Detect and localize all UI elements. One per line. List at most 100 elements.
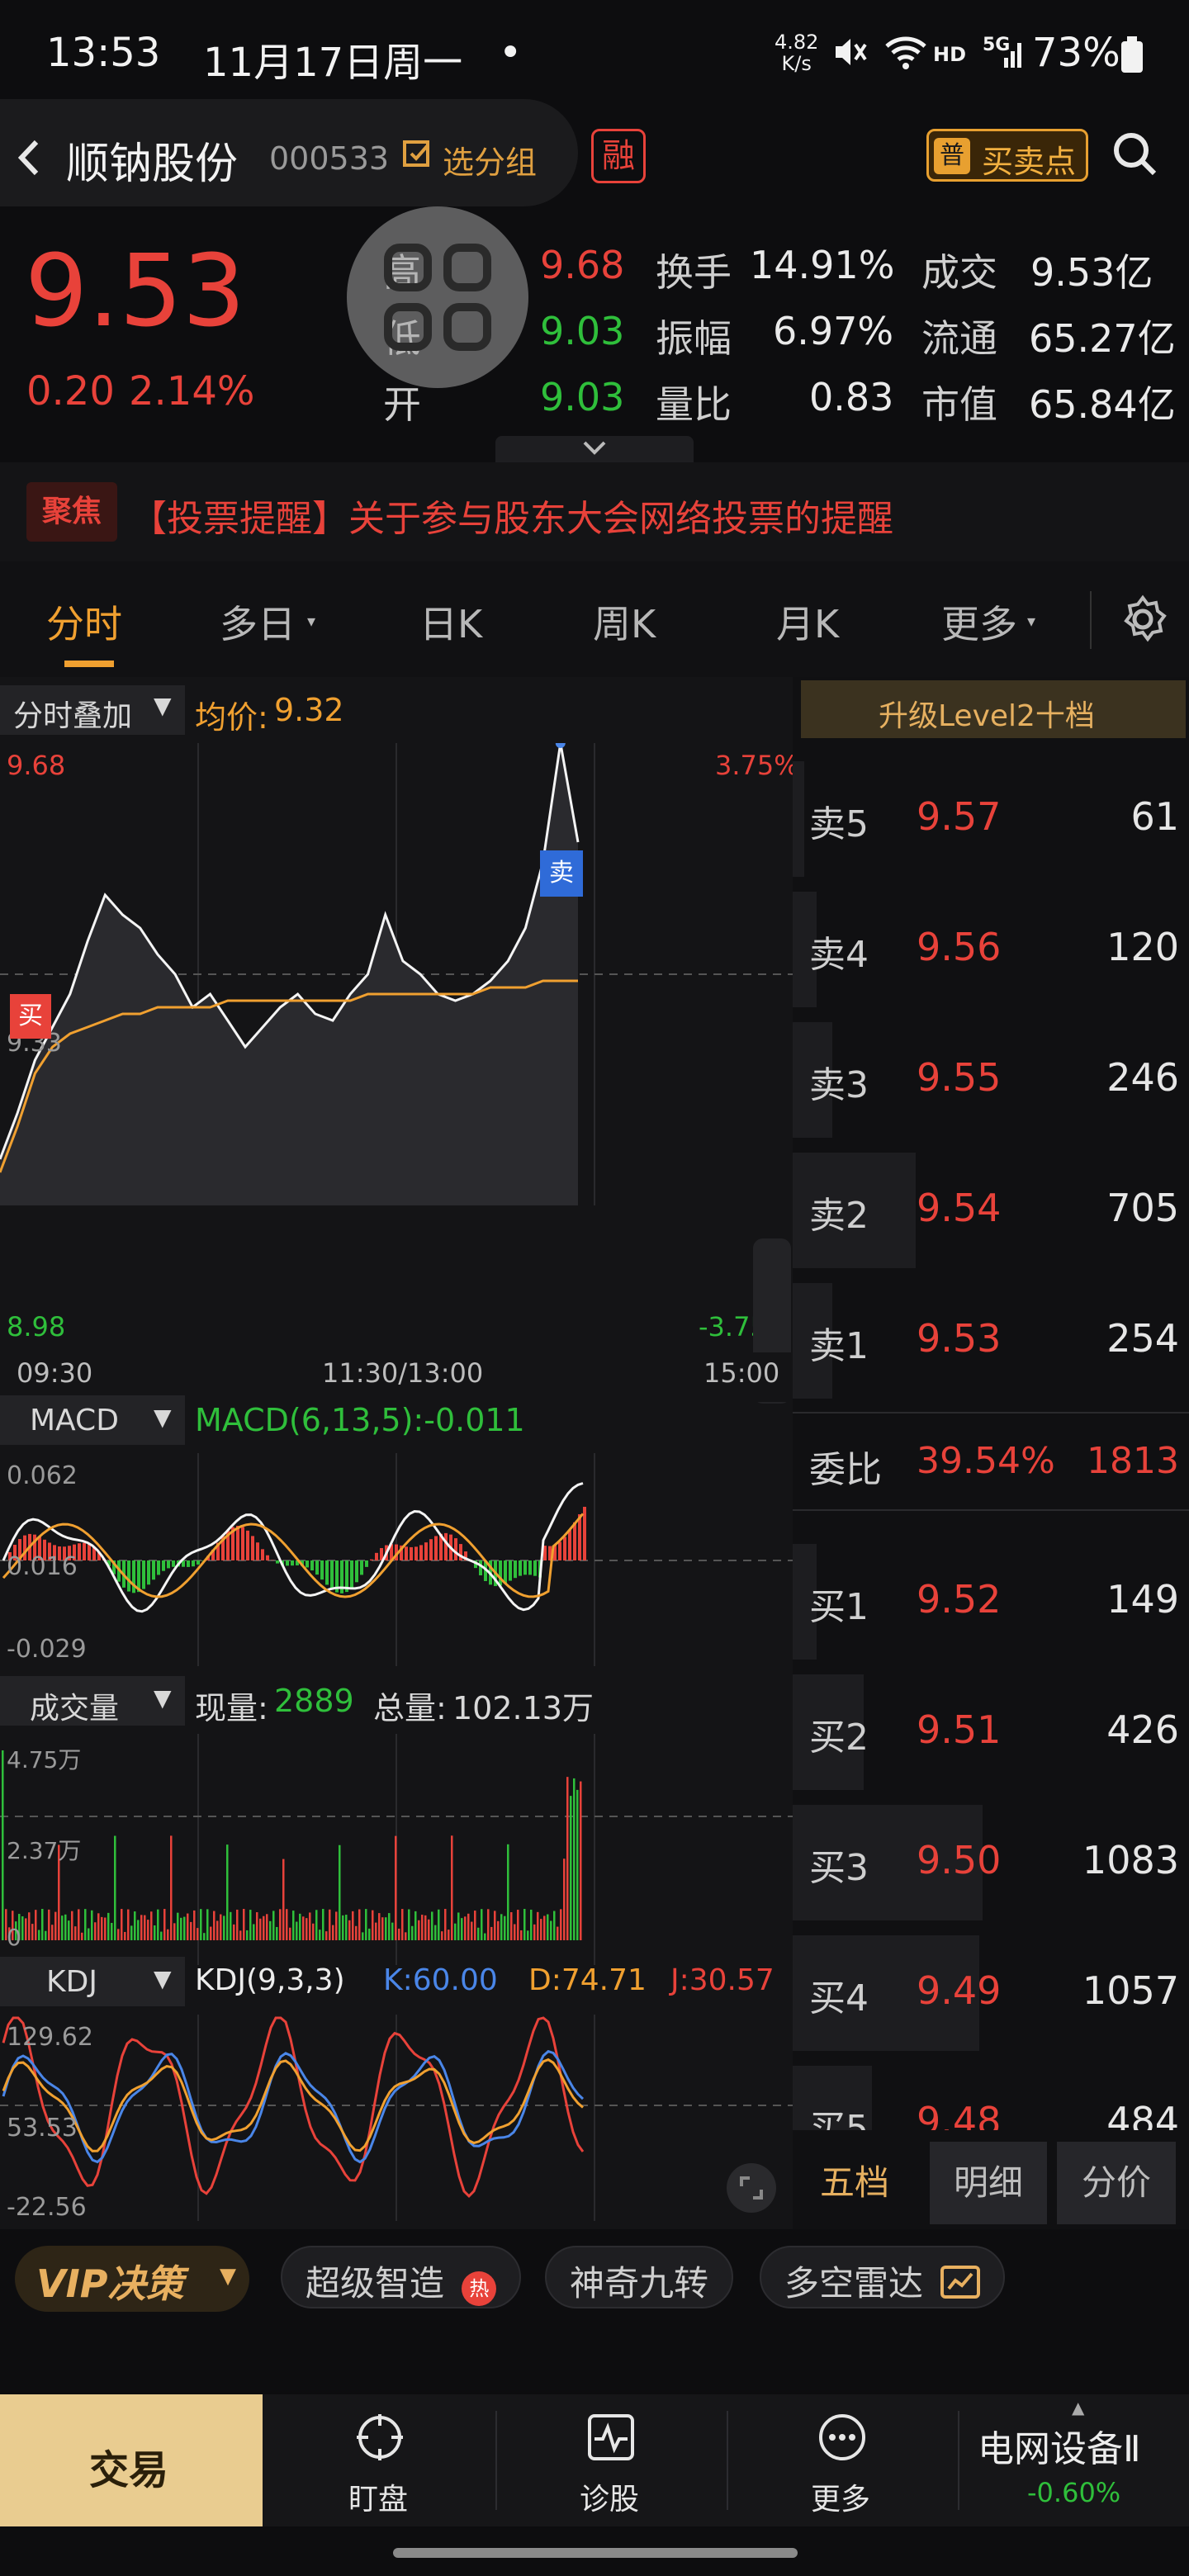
settings-gear-icon[interactable] — [1118, 594, 1168, 647]
macd-chart[interactable] — [0, 1453, 793, 1666]
sell-label: 卖5 — [809, 803, 869, 845]
tab-monthly-k[interactable]: 月K — [776, 594, 839, 649]
kdj-dropdown[interactable]: KDJ ▼ — [0, 1957, 185, 2006]
tab-weekly-k[interactable]: 周K — [593, 594, 656, 649]
overlay-label: 分时叠加 — [13, 699, 133, 733]
time-axis: 09:30 11:30/13:00 15:00 — [0, 1352, 793, 1402]
volume-bar — [464, 1916, 467, 1940]
value-open: 9.03 — [540, 375, 625, 419]
tab-daily-k[interactable]: 日K — [419, 594, 482, 649]
volume-bar — [216, 1920, 219, 1940]
sell-level-3[interactable]: 卖3 9.55 246 — [793, 1016, 1189, 1144]
sell-marker[interactable]: 卖 — [540, 850, 583, 897]
buy-level-3[interactable]: 买3 9.50 1083 — [793, 1798, 1189, 1927]
hd-label: HD — [933, 43, 967, 66]
label-market-cap: 市值 — [921, 382, 997, 427]
kdj-mid-label: 53.53 — [7, 2114, 78, 2143]
nav-label: 更多 — [811, 2483, 871, 2517]
volume-bar — [117, 1929, 120, 1940]
tab-five-level[interactable]: 五档 — [793, 2142, 917, 2224]
buy-marker[interactable]: 买 — [10, 994, 51, 1039]
tab-detail[interactable]: 明细 — [930, 2142, 1047, 2224]
expand-handle[interactable] — [495, 436, 694, 462]
target-icon — [355, 2413, 405, 2465]
tool-super-manufacturing[interactable]: 超级智造 热 — [281, 2246, 522, 2308]
pct-top-label: 3.75% — [715, 750, 799, 781]
vol-top-label: 4.75万 — [7, 1746, 82, 1773]
nav-diagnose[interactable]: 诊股 — [553, 2406, 669, 2522]
home-indicator[interactable] — [393, 2548, 798, 2558]
sell-level-1[interactable]: 卖1 9.53 254 — [793, 1276, 1189, 1405]
volume-bar — [193, 1910, 196, 1940]
buy-level-1[interactable]: 买1 9.52 149 — [793, 1537, 1189, 1666]
buy-level-4[interactable]: 买4 9.49 1057 — [793, 1929, 1189, 2057]
sector-card[interactable]: ▲ 电网设备Ⅱ -0.60% — [966, 2398, 1189, 2522]
margin-trading-badge[interactable]: 融 — [591, 129, 646, 183]
volume-bar — [342, 1915, 344, 1940]
active-tab-indicator — [64, 661, 114, 667]
volume-chart[interactable] — [0, 1734, 793, 1965]
tab-multi-day[interactable]: 多日 — [220, 594, 296, 649]
tab-more[interactable]: 更多 — [941, 594, 1017, 649]
volume-bar — [523, 1909, 526, 1940]
intraday-price-chart[interactable] — [0, 743, 793, 1205]
sell-price: 9.53 — [917, 1316, 1002, 1361]
volume-bar — [104, 1917, 107, 1940]
back-arrow-icon[interactable] — [15, 137, 43, 182]
macd-bar — [405, 1546, 408, 1560]
volume-bar — [140, 1915, 143, 1940]
vip-decision-button[interactable]: VIP决策 ▼ — [15, 2246, 249, 2312]
macd-bar — [291, 1560, 294, 1566]
volume-bar — [200, 1909, 202, 1940]
macd-bar — [365, 1560, 368, 1567]
volume-bar — [560, 1909, 562, 1940]
tool-magic-nine[interactable]: 神奇九转 — [545, 2246, 734, 2308]
trade-button[interactable]: 交易 — [0, 2394, 263, 2526]
sell-level-2[interactable]: 卖2 9.54 705 — [793, 1146, 1189, 1275]
search-icon[interactable] — [1110, 129, 1159, 182]
volume-bar — [530, 1909, 533, 1940]
divider — [793, 1509, 1189, 1511]
macd-dropdown[interactable]: MACD ▼ — [0, 1395, 185, 1445]
sell-level-4[interactable]: 卖4 9.56 120 — [793, 885, 1189, 1014]
news-banner[interactable]: 聚焦 【投票提醒】关于参与股东大会网络投票的提醒 — [0, 462, 1189, 561]
volume-bar — [246, 1930, 249, 1940]
volume-bar — [487, 1909, 490, 1940]
sell-price: 9.55 — [917, 1055, 1002, 1100]
buy-level-2[interactable]: 买2 9.51 426 — [793, 1668, 1189, 1797]
volume-bar — [187, 1913, 189, 1940]
volume-bar — [91, 1910, 93, 1940]
fullscreen-button[interactable] — [727, 2163, 776, 2213]
macd-bar — [276, 1560, 279, 1564]
tool-label: 多空雷达 — [784, 2263, 924, 2304]
sell-level-5[interactable]: 卖5 9.57 61 — [793, 755, 1189, 883]
macd-bar — [256, 1542, 259, 1560]
label-float: 流通 — [921, 316, 997, 361]
floating-grid-button[interactable] — [347, 206, 528, 388]
tool-long-short-radar[interactable]: 多空雷达 — [760, 2246, 1006, 2308]
volume-bar — [467, 1913, 470, 1940]
overlay-dropdown[interactable]: 分时叠加 ▼ — [0, 685, 185, 735]
mute-icon — [831, 33, 869, 81]
volume-bar — [355, 1925, 358, 1940]
checkbox-edit-icon[interactable] — [401, 137, 434, 173]
value-float-cap: 65.27亿 — [1029, 316, 1176, 361]
volume-bar — [111, 1922, 113, 1940]
volume-bar — [177, 1912, 179, 1940]
volume-bar — [395, 1835, 397, 1940]
volume-bar — [25, 1918, 27, 1940]
nav-watch[interactable]: 盯盘 — [322, 2406, 438, 2522]
select-group-button[interactable]: 选分组 — [443, 137, 537, 182]
volume-bar — [230, 1911, 232, 1940]
volume-dropdown[interactable]: 成交量 ▼ — [0, 1676, 185, 1726]
level2-upgrade-button[interactable]: 升级Level2十档 — [801, 680, 1186, 738]
kdj-chart[interactable] — [0, 2015, 793, 2221]
tab-intraday[interactable]: 分时 — [46, 594, 122, 649]
tab-price-distribution[interactable]: 分价 — [1057, 2142, 1176, 2224]
volume-bar — [137, 1920, 140, 1940]
avg-price-label: 均价: — [195, 699, 268, 736]
volume-bar — [236, 1909, 239, 1940]
buy-sell-points-button[interactable]: 普 买卖点 — [926, 129, 1088, 182]
nav-more[interactable]: 更多 — [784, 2406, 900, 2522]
chart-area: 分时叠加 ▼ 均价: 9.32 9.68 3.75% 8.98 -3.75% 9… — [0, 677, 799, 2229]
